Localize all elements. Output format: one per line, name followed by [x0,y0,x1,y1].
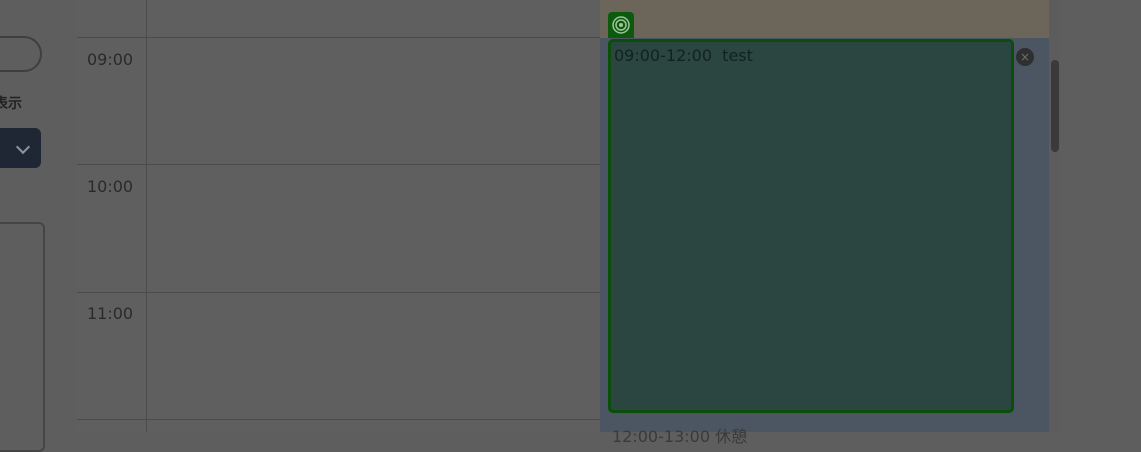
close-icon[interactable]: × [1016,48,1034,66]
time-label-0900: 09:00 [87,50,134,69]
scrollbar[interactable] [1049,0,1060,432]
event-title: 09:00-12:00 test [614,46,753,65]
calendar-event[interactable]: 09:00-12:00 test [608,39,1014,413]
chevron-down-icon [15,139,31,155]
display-label: 表示 [0,96,22,112]
sidebar: 表示 [0,0,77,452]
event-type-tab[interactable] [608,12,634,38]
time-label-1000: 10:00 [87,177,134,196]
right-margin [1060,0,1141,432]
calendar-grid: 09:00 10:00 11:00 09:00-12:00 test × 12:… [77,0,1060,446]
next-event-title[interactable]: 12:00-13:00 休憩 [612,423,747,447]
hour-line [77,292,600,293]
hour-line [77,164,600,165]
search-input[interactable] [0,36,42,72]
side-panel [0,222,45,452]
hour-line [77,419,600,420]
hour-line [77,37,600,38]
time-label-1100: 11:00 [87,304,134,323]
view-select[interactable] [0,128,41,168]
scrollbar-thumb[interactable] [1051,60,1059,152]
day-column[interactable]: 09:00-12:00 test × 12:00-13:00 休憩 [600,0,1060,446]
target-icon [612,16,630,34]
previous-slot [600,0,1049,38]
